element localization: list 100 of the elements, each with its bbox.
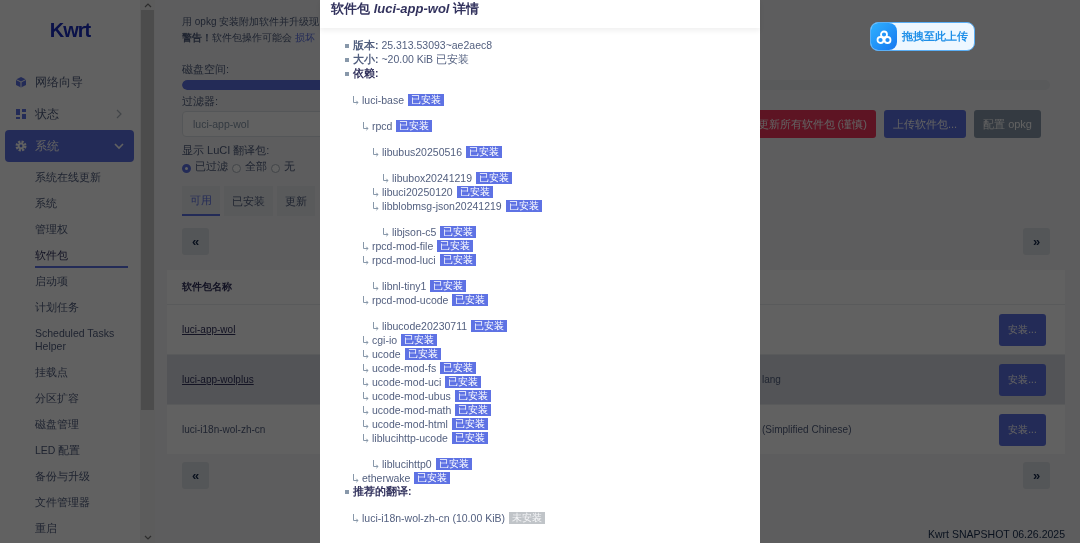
package-name: luci-i18n-wol-zh-cn (10.00 KiB) [362,512,505,524]
sidebar-item[interactable]: 状态 [5,98,134,130]
status-badge: 已安装 [404,348,441,360]
next-page-button[interactable]: » [1023,462,1050,489]
branch-arrow-icon [382,227,389,237]
branch-arrow-icon [362,349,369,359]
package-name: luci-base [362,94,405,106]
status-badge: 已安装 [454,390,491,402]
table-cell: luci-i18n-wol-zh-cn [182,424,266,435]
status-badge: 已安装 [452,294,489,306]
logo: Kwrt [49,18,91,42]
sidebar-subitem[interactable]: 软件包 [35,242,128,268]
branch-arrow-icon [352,473,359,483]
status-badge: 已安装 [440,226,477,238]
package-name: ucode-mod-uci [372,376,442,388]
package-name: etherwake [362,472,411,484]
package-name: libjson-c5 [392,226,437,238]
branch-arrow-icon [372,147,379,157]
gear-icon [15,140,27,152]
sidebar-subitem[interactable]: Scheduled Tasks Helper [35,320,128,359]
branch-arrow-icon [372,459,379,469]
package-name: rpcd-mod-ucode [372,294,449,306]
branch-arrow-icon [372,281,379,291]
branch-arrow-icon [362,241,369,251]
package-name: liblucihttp0 [382,458,432,470]
bullet-icon [345,490,349,494]
package-name: cgi-io [372,334,398,346]
branch-arrow-icon [372,201,379,211]
package-name: libubox20241219 [392,172,472,184]
scrollbar[interactable] [140,0,155,543]
status-badge: 已安装 [451,432,488,444]
cloud-circles-icon [876,29,892,44]
package-name: ucode-mod-html [372,418,448,430]
sidebar-subitem[interactable]: 挂载点 [35,359,128,385]
branch-arrow-icon [372,187,379,197]
status-badge: 已安装 [437,240,474,252]
column-header: 软件包名称 [182,280,232,294]
scroll-up-icon [143,2,152,9]
package-name: ucode-mod-fs [372,362,437,374]
scroll-down-icon [143,534,152,541]
status-badge: 已安装 [401,334,438,346]
status-badge: 已安装 [445,376,482,388]
package-name: ucode-mod-math [372,404,452,416]
sidebar-subitem[interactable]: 备份与升级 [35,463,128,489]
sidebar-subitem[interactable]: 系统在线更新 [35,164,128,190]
dialog-title: 软件包 luci-app-wol 详情 [331,0,480,18]
package-name: libnl-tiny1 [382,280,427,292]
radio-button[interactable] [182,163,191,173]
package-name: libubus20250516 [382,146,462,158]
table-cell: (Simplified Chinese) [762,424,852,435]
previous-page-button[interactable]: « [182,228,209,255]
package-name: libblobmsg-json20241219 [382,200,502,212]
sidebar-item[interactable]: 网络向导 [5,66,134,98]
radio-button[interactable] [232,163,241,173]
sidebar-subitem[interactable]: 重启 [35,515,128,541]
status-badge: 已安装 [456,186,493,198]
cube-icon [15,76,27,88]
package-link[interactable]: luci-app-wol [182,324,236,335]
status-badge: 已安装 [466,146,502,158]
package-name: rpcd-mod-file [372,240,434,252]
sidebar-subitem[interactable]: LED 配置 [35,437,128,463]
status-badge: 已安装 [435,458,472,470]
package-name: liblucihttp-ucode [372,432,448,444]
branch-arrow-icon [362,405,369,415]
sidebar-subitem[interactable]: 启动项 [35,268,128,294]
status-badge: 已安装 [505,200,542,212]
package-name: libuci20250120 [382,186,453,198]
branch-arrow-icon [382,173,389,183]
sidebar-subitem[interactable]: 分区扩容 [35,385,128,411]
status-badge: 已安装 [396,120,433,132]
branch-arrow-icon [362,295,369,305]
sidebar-subitem[interactable]: 系统 [35,190,128,216]
detail-text: 版本: 25.313.53093~ae2aec8 [353,39,493,53]
package-name: rpcd [372,120,393,132]
previous-page-button[interactable]: « [182,462,209,489]
status-badge: 已安装 [455,404,492,416]
status-badge: 已安装 [440,362,477,374]
status-badge: 已安装 [476,172,512,184]
branch-arrow-icon [362,335,369,345]
radio-button[interactable] [271,163,280,173]
section-heading: 依赖: [353,67,379,81]
status-badge: 已安装 [471,320,508,332]
branch-arrow-icon [362,255,369,265]
sidebar-subitem[interactable]: 计划任务 [35,294,128,320]
bullet-icon [345,58,349,62]
branch-arrow-icon [362,391,369,401]
status-badge: 已安装 [439,254,476,266]
branch-arrow-icon [362,363,369,373]
status-badge: 已安装 [430,280,467,292]
dashboard-icon [15,108,27,120]
branch-arrow-icon [362,419,369,429]
upload-drop-button[interactable]: 拖拽至此上传 [870,22,975,51]
package-name: ucode-mod-ubus [372,390,451,402]
next-page-button[interactable]: » [1023,228,1050,255]
package-link[interactable]: luci-app-wolplus [182,374,254,385]
branch-arrow-icon [352,513,359,523]
branch-arrow-icon [362,121,369,131]
status-badge: 已安装 [408,94,445,106]
footer-text: Kwrt SNAPSHOT 06.26.2025 [928,528,1065,540]
branch-arrow-icon [372,321,379,331]
